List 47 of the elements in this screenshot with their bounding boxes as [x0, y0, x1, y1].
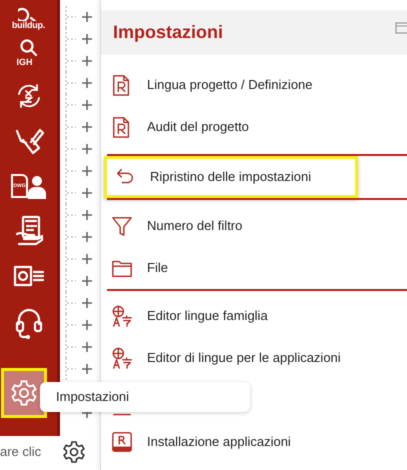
expand-icon[interactable] [82, 144, 92, 154]
settings-icon[interactable] [62, 440, 86, 464]
menu-item[interactable]: Editor lingue famiglia [101, 295, 407, 337]
expand-icon[interactable] [82, 210, 92, 220]
expand-icon[interactable] [82, 364, 92, 374]
sidebar-button[interactable]: buildup. [0, 0, 57, 30]
translate-icon [111, 346, 133, 370]
status-text: are clic [0, 443, 42, 461]
panel-title: Impostazioni [113, 21, 224, 44]
expand-icon[interactable] [82, 56, 92, 66]
expand-icon[interactable] [82, 254, 92, 264]
expand-icon[interactable] [82, 276, 92, 286]
tooltip: Impostazioni [40, 382, 250, 412]
hand-calculator-icon [14, 215, 44, 247]
sidebar-button[interactable]: IGH [0, 30, 57, 74]
menu-item[interactable]: Lingua progetto / Definizione [101, 64, 407, 106]
headset-icon [14, 306, 42, 340]
expand-icon[interactable] [82, 12, 92, 22]
hand-pencil-icon [14, 127, 44, 155]
window-icon[interactable] [395, 22, 407, 34]
magnifier-icon [18, 7, 38, 21]
person-icon [28, 173, 46, 199]
search-icon [18, 38, 38, 58]
sidebar-button[interactable] [3, 370, 45, 416]
menu-item[interactable]: Audit del progetto [101, 106, 407, 148]
menu-item[interactable]: Numero del filtro [101, 205, 407, 247]
sidebar-label: buildup. [12, 21, 46, 30]
expand-icon[interactable] [82, 100, 92, 110]
expand-icon[interactable] [82, 298, 92, 308]
translate-icon [111, 304, 133, 328]
expand-icon[interactable] [82, 166, 92, 176]
expand-icon[interactable] [82, 342, 92, 352]
menu-item[interactable]: Editor di lingue per le applicazioni [101, 337, 407, 379]
menu-item[interactable]: Installazione applicazioni [101, 421, 407, 463]
expand-icon[interactable] [82, 78, 92, 88]
expand-icon[interactable] [82, 188, 92, 198]
id-card-icon [12, 264, 44, 288]
menu-item[interactable]: File [101, 247, 407, 289]
menu-item[interactable]: Ripristino delle impostazioni [104, 156, 358, 198]
expand-icon[interactable] [82, 320, 92, 330]
filter-icon [111, 214, 133, 238]
app-box-icon [111, 430, 133, 454]
expand-icon[interactable] [82, 122, 92, 132]
expand-icon[interactable] [82, 34, 92, 44]
expand-icon[interactable] [82, 232, 92, 242]
settings-icon [10, 379, 38, 407]
sidebar-label: IGH [16, 58, 33, 66]
